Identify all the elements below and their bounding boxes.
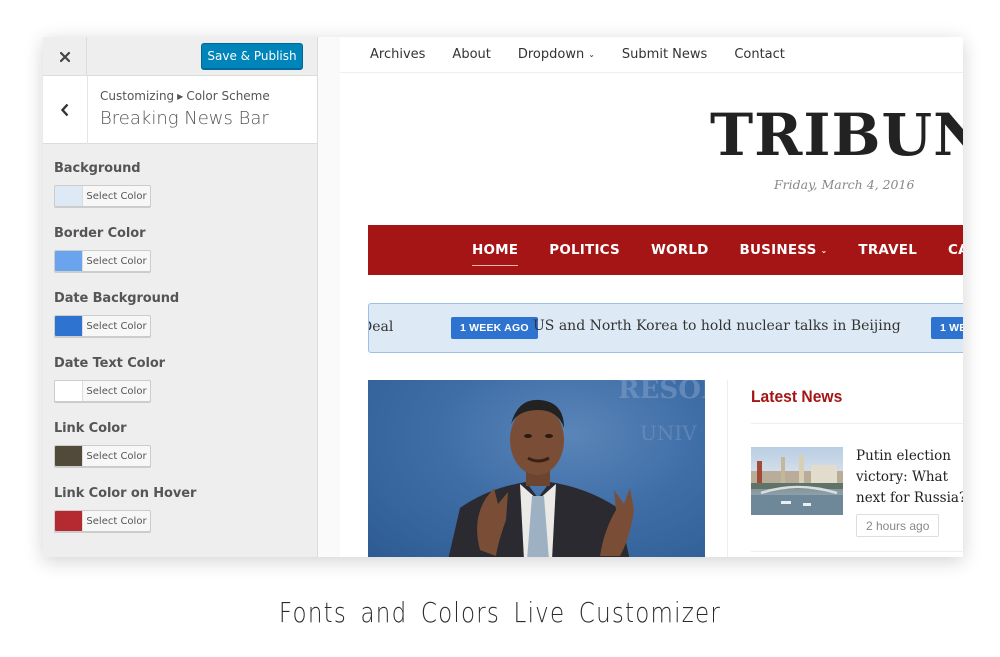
top-nav-dropdown[interactable]: Dropdown ⌄	[518, 47, 595, 62]
top-nav-archives[interactable]: Archives	[370, 47, 425, 62]
color-controls: Background Select Color Border Color Sel…	[54, 158, 304, 548]
control-link-hover-color: Link Color on Hover Select Color	[54, 483, 304, 548]
nav-label: TRAVEL	[858, 242, 918, 258]
panel-header-bar: Save & Publish	[43, 37, 317, 76]
breadcrumb-section: Color Scheme	[186, 89, 270, 103]
top-nav: Archives About Dropdown ⌄ Submit News Con…	[340, 37, 963, 73]
color-swatch	[55, 446, 83, 466]
sidebar-divider	[727, 380, 728, 557]
svg-text:UNIV: UNIV	[640, 421, 697, 445]
select-color-button[interactable]: Select Color	[54, 445, 151, 467]
select-color-button[interactable]: Select Color	[54, 380, 151, 402]
main-nav-business[interactable]: BUSINESS ⌄	[740, 242, 828, 258]
back-button[interactable]	[43, 76, 88, 144]
top-nav-contact[interactable]: Contact	[734, 47, 785, 62]
section-header: Customizing ▶ Color Scheme Breaking News B…	[43, 76, 317, 144]
nav-label: Archives	[370, 47, 426, 62]
breadcrumb-root: Customizing	[100, 89, 175, 103]
select-color-label: Select Color	[86, 450, 147, 462]
main-nav-home[interactable]: HOME	[472, 242, 519, 266]
customizer-window: Save & Publish Customizing ▶ Color Scheme …	[43, 37, 963, 557]
control-border-color: Border Color Select Color	[54, 223, 304, 288]
ticker-previous-headline[interactable]: Deal	[369, 319, 393, 335]
nav-label: HOME	[472, 242, 519, 258]
control-label: Link Color on Hover	[54, 486, 197, 501]
svg-text:RESOL: RESOL	[618, 380, 705, 405]
chevron-down-icon: ⌄	[820, 245, 828, 255]
top-nav-submit-news[interactable]: Submit News	[622, 47, 707, 62]
chevron-left-icon	[60, 103, 69, 117]
select-color-label: Select Color	[86, 320, 147, 332]
breadcrumb: Customizing ▶ Color Scheme	[100, 89, 270, 103]
speaker-photo: RESOL UNIV	[448, 380, 705, 557]
color-swatch	[55, 381, 83, 401]
select-color-button[interactable]: Select Color	[54, 315, 151, 337]
color-swatch	[55, 316, 83, 336]
ticker-date-badge: 1 WEEK AGO	[451, 317, 538, 339]
main-nav-travel[interactable]: TRAVEL	[858, 242, 917, 258]
save-publish-button[interactable]: Save & Publish	[201, 43, 303, 69]
nav-label: Contact	[734, 47, 785, 62]
select-color-label: Select Color	[86, 255, 147, 267]
divider	[751, 551, 963, 552]
color-swatch	[55, 251, 83, 271]
top-nav-about[interactable]: About	[452, 47, 490, 62]
main-nav: HOME POLITICS WORLD BUSINESS⌄ TRAVEL CA	[368, 225, 963, 275]
main-nav-politics[interactable]: POLITICS	[549, 242, 620, 258]
customizer-panel: Save & Publish Customizing ▶ Color Scheme …	[43, 37, 318, 557]
nav-label: BUSINESS	[739, 242, 817, 258]
control-date-text-color: Date Text Color Select Color	[54, 353, 304, 418]
close-customizer-button[interactable]	[43, 37, 87, 76]
site-logo[interactable]: TRIBUNE	[710, 101, 963, 169]
nav-label: WORLD	[650, 242, 709, 258]
control-label: Border Color	[54, 226, 146, 241]
control-label: Link Color	[54, 421, 127, 436]
caret-right-icon: ▶	[177, 92, 184, 101]
color-swatch	[55, 511, 83, 531]
select-color-label: Select Color	[86, 385, 147, 397]
control-label: Date Background	[54, 291, 180, 306]
close-icon	[59, 51, 70, 62]
nav-label: Dropdown	[517, 47, 585, 62]
promo-caption: Fonts and Colors Live Customizer	[278, 596, 722, 629]
panel-title: Breaking News Bar	[100, 108, 269, 129]
chevron-down-icon: ⌄	[588, 50, 595, 59]
control-label: Date Text Color	[54, 356, 165, 371]
site-preview: Archives About Dropdown ⌄ Submit News Con…	[318, 37, 963, 557]
breaking-news-bar: Deal 1 WEEK AGO US and North Korea to ho…	[368, 303, 963, 353]
color-swatch	[55, 186, 83, 206]
news-item-time: 2 hours ago	[856, 514, 940, 537]
kremlin-photo	[751, 455, 843, 515]
main-nav-world[interactable]: WORLD	[651, 242, 709, 258]
featured-article-image[interactable]: RESOL UNIV	[368, 380, 705, 557]
site-page: Archives About Dropdown ⌄ Submit News Con…	[340, 37, 963, 557]
select-color-label: Select Color	[86, 190, 147, 202]
control-date-background: Date Background Select Color	[54, 288, 304, 353]
nav-label: About	[452, 47, 491, 62]
site-date: Friday, March 4, 2016	[774, 177, 915, 192]
news-thumbnail[interactable]	[751, 447, 843, 515]
nav-label: CA	[948, 242, 963, 258]
news-item-title[interactable]: Putin election victory: What next for Ru…	[856, 446, 963, 509]
select-color-button[interactable]: Select Color	[54, 250, 151, 272]
nav-label: POLITICS	[549, 242, 620, 258]
select-color-button[interactable]: Select Color	[54, 510, 151, 532]
latest-news-heading: Latest News	[751, 387, 843, 406]
select-color-label: Select Color	[86, 515, 147, 527]
control-label: Background	[54, 161, 141, 176]
control-background: Background Select Color	[54, 158, 304, 223]
select-color-button[interactable]: Select Color	[54, 185, 151, 207]
ticker-date-badge: 1 WEEK AGO	[931, 317, 963, 339]
nav-label: Submit News	[621, 47, 708, 62]
control-link-color: Link Color Select Color	[54, 418, 304, 483]
divider	[751, 423, 963, 424]
ticker-headline[interactable]: US and North Korea to hold nuclear talks…	[533, 318, 901, 334]
main-nav-truncated[interactable]: CA	[948, 242, 963, 258]
